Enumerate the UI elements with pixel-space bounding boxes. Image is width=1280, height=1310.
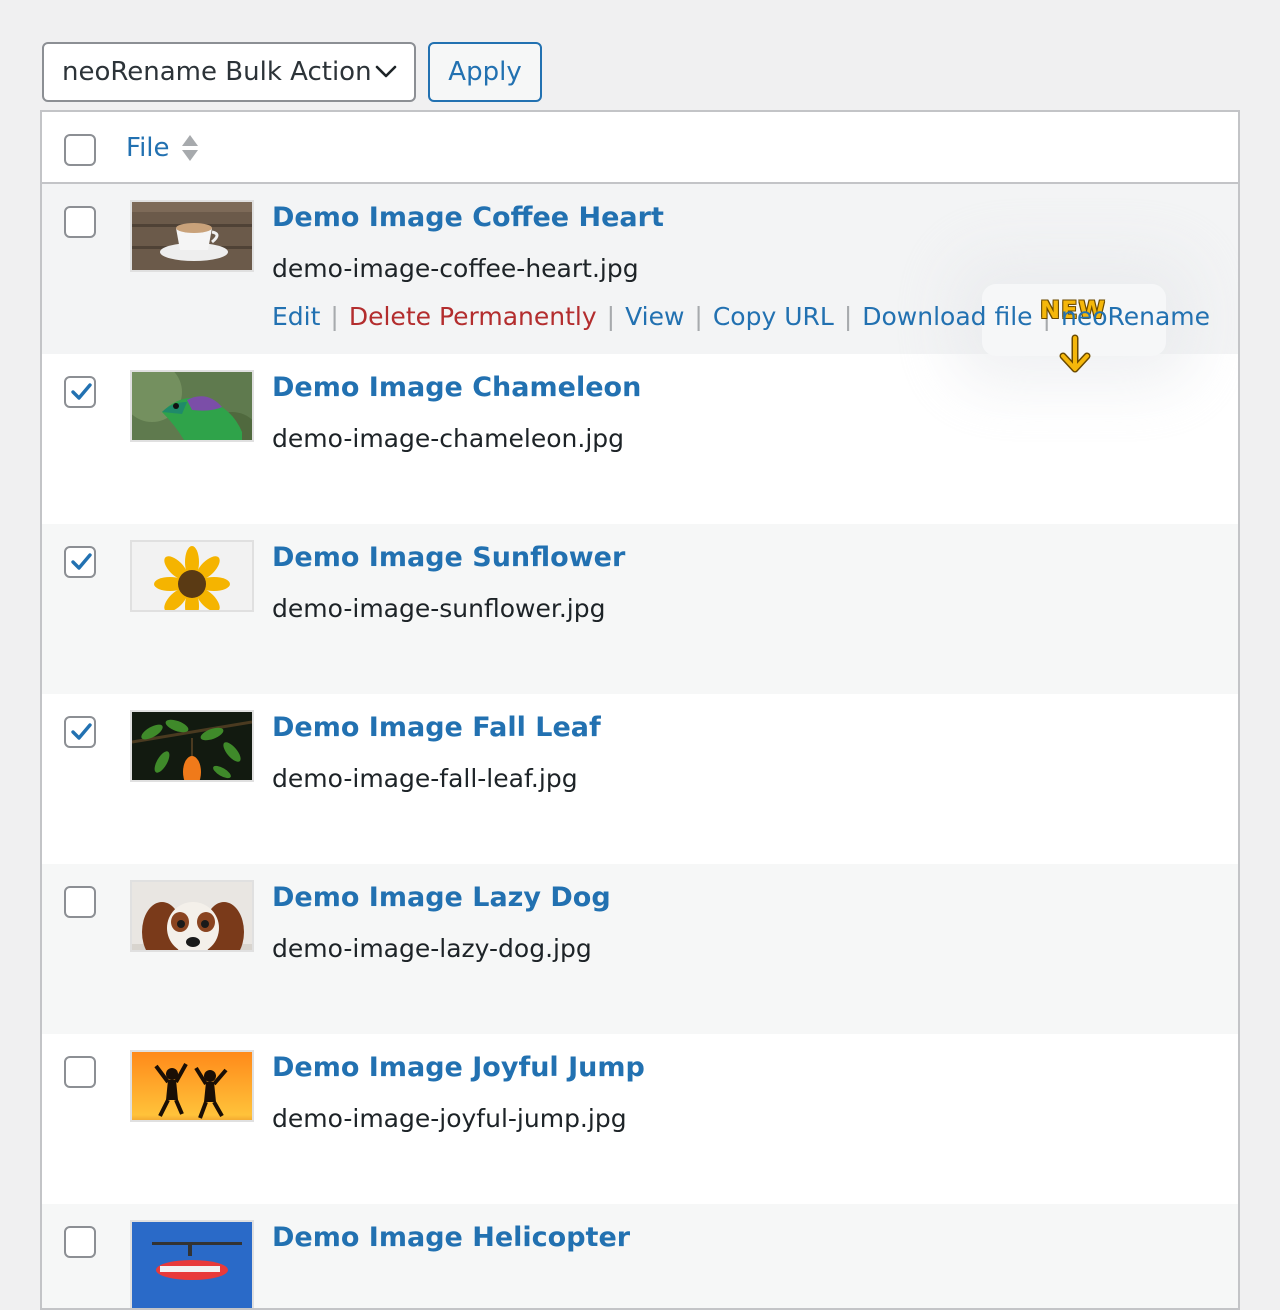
table-row: Demo Image Sunflower demo-image-sunflowe… — [42, 524, 1238, 694]
row-filename: demo-image-sunflower.jpg — [272, 594, 606, 623]
thumbnail-sunflower[interactable] — [130, 540, 254, 612]
view-link[interactable]: View — [625, 302, 684, 331]
thumbnail-fall-leaf[interactable] — [130, 710, 254, 782]
media-list-table: File Demo Image Coffee Heart demo-image-… — [40, 110, 1240, 1310]
bulk-action-select[interactable]: neoRename Bulk Action — [42, 42, 416, 102]
column-file-label: File — [126, 133, 170, 163]
row-filename: demo-image-lazy-dog.jpg — [272, 934, 592, 963]
separator: | — [330, 302, 339, 331]
row-title-link[interactable]: Demo Image Lazy Dog — [272, 882, 611, 913]
row-actions: Edit | Delete Permanently | View | Copy … — [272, 302, 1210, 331]
table-header: File — [42, 112, 1238, 184]
thumbnail-lazy-dog[interactable] — [130, 880, 254, 952]
sort-icon — [181, 135, 198, 161]
row-filename: demo-image-coffee-heart.jpg — [272, 254, 639, 283]
row-filename: demo-image-fall-leaf.jpg — [272, 764, 578, 793]
table-row: Demo Image Fall Leaf demo-image-fall-lea… — [42, 694, 1238, 864]
checkmark-icon — [71, 553, 92, 570]
row-title-link[interactable]: Demo Image Joyful Jump — [272, 1052, 645, 1083]
row-filename: demo-image-chameleon.jpg — [272, 424, 625, 453]
thumbnail-chameleon[interactable] — [130, 370, 254, 442]
row-checkbox[interactable] — [64, 1226, 96, 1258]
table-row: Demo Image Chameleon demo-image-chameleo… — [42, 354, 1238, 524]
row-title-link[interactable]: Demo Image Coffee Heart — [272, 202, 664, 233]
thumbnail-coffee-heart[interactable] — [130, 200, 254, 272]
delete-permanently-link[interactable]: Delete Permanently — [349, 302, 597, 331]
copy-url-link[interactable]: Copy URL — [713, 302, 834, 331]
select-all-checkbox[interactable] — [64, 134, 96, 166]
row-title-link[interactable]: Demo Image Chameleon — [272, 372, 641, 403]
column-file-sort[interactable]: File — [126, 130, 200, 166]
edit-link[interactable]: Edit — [272, 302, 320, 331]
row-title-link[interactable]: Demo Image Sunflower — [272, 542, 625, 573]
table-row: Demo Image Joyful Jump demo-image-joyful… — [42, 1034, 1238, 1204]
table-row: Demo Image Lazy Dog demo-image-lazy-dog.… — [42, 864, 1238, 1034]
row-checkbox[interactable] — [64, 546, 96, 578]
table-row: Demo Image Helicopter — [42, 1204, 1238, 1308]
thumbnail-helicopter[interactable] — [130, 1220, 254, 1308]
row-checkbox[interactable] — [64, 1056, 96, 1088]
row-title-link[interactable]: Demo Image Fall Leaf — [272, 712, 601, 743]
row-checkbox[interactable] — [64, 206, 96, 238]
checkmark-icon — [71, 723, 92, 740]
download-file-link[interactable]: Download file — [862, 302, 1032, 331]
row-checkbox[interactable] — [64, 716, 96, 748]
neorename-link[interactable]: neoRename — [1061, 302, 1210, 331]
separator: | — [606, 302, 616, 331]
bulk-action-bar: neoRename Bulk Action Apply — [42, 42, 542, 102]
separator: | — [843, 302, 853, 331]
bulk-action-value: neoRename Bulk Action — [62, 57, 372, 87]
thumbnail-joyful-jump[interactable] — [130, 1050, 254, 1122]
row-title-link[interactable]: Demo Image Helicopter — [272, 1222, 630, 1253]
apply-button[interactable]: Apply — [428, 42, 542, 102]
checkmark-icon — [71, 383, 92, 400]
row-checkbox[interactable] — [64, 376, 96, 408]
row-filename: demo-image-joyful-jump.jpg — [272, 1104, 627, 1133]
table-row: Demo Image Coffee Heart demo-image-coffe… — [42, 184, 1238, 373]
separator: | — [694, 302, 703, 331]
chevron-down-icon — [375, 65, 397, 78]
row-checkbox[interactable] — [64, 886, 96, 918]
